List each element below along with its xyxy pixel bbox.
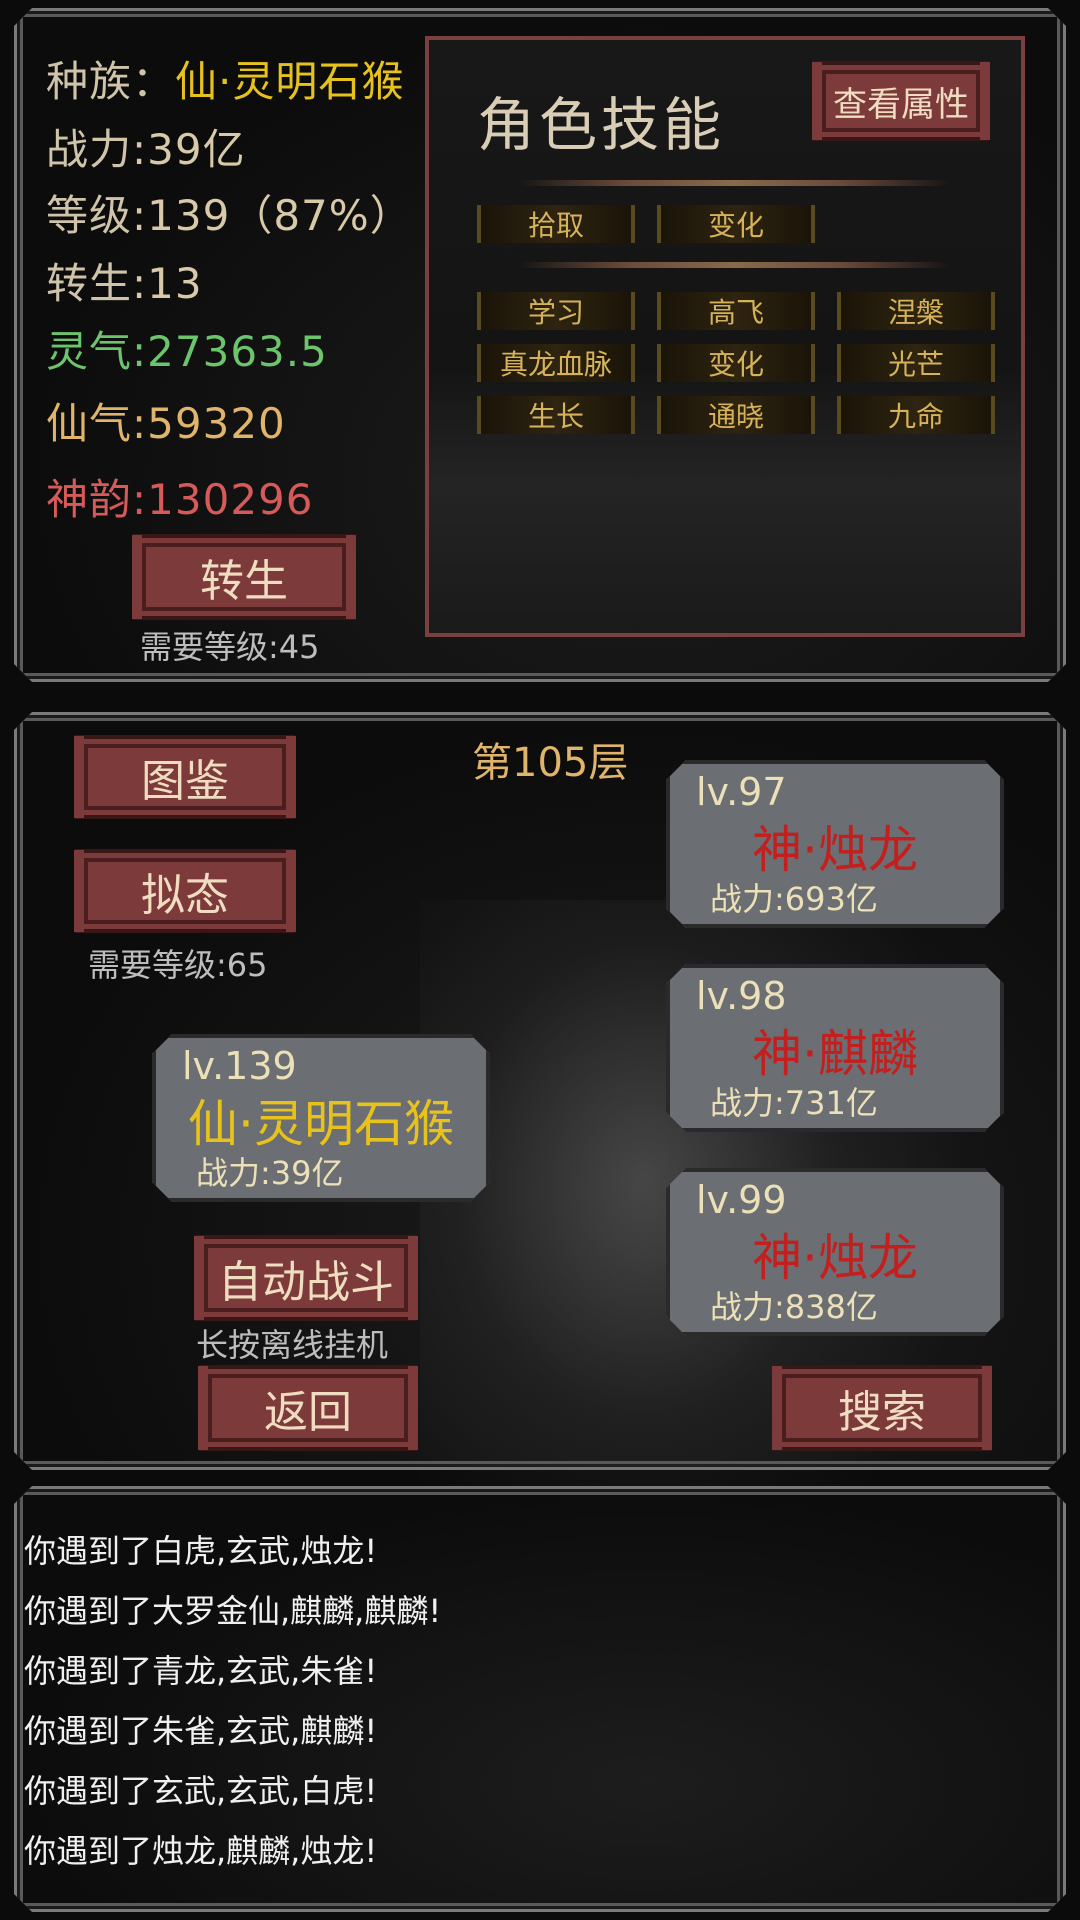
race-label: 种族：: [46, 57, 176, 106]
log-entry: 你遇到了白虎,玄武,烛龙!: [24, 1532, 378, 1570]
mimic-level-hint: 需要等级:65: [88, 946, 268, 984]
enemy-name: 神·麒麟: [752, 1025, 918, 1083]
skill-dragon-blood[interactable]: 真龙血脉: [477, 344, 635, 382]
rebirth-level-hint: 需要等级:45: [140, 628, 320, 666]
skills-divider-mid: [519, 262, 949, 268]
enemy-level: lv.98: [696, 974, 787, 1018]
shenyun-value: :130296: [132, 475, 314, 524]
player-name: 仙·灵明石猴: [188, 1095, 454, 1153]
enemy-name: 神·烛龙: [752, 821, 918, 879]
race-value: 仙·灵明石猴: [175, 57, 405, 106]
xianqi-value: :59320: [132, 399, 286, 448]
enemy-power: 战力:693亿: [710, 880, 878, 918]
lingqi-label: 灵气: [46, 327, 133, 376]
enemy-power: 战力:731亿: [710, 1084, 878, 1122]
view-attributes-button[interactable]: 查看属性: [812, 62, 990, 140]
rebirth-label: 转生: [46, 259, 133, 308]
enemy-name: 神·烛龙: [752, 1229, 918, 1287]
enemy-power: 战力:838亿: [710, 1288, 878, 1326]
player-card[interactable]: lv.139 仙·灵明石猴 战力:39亿: [152, 1034, 490, 1202]
skill-nirvana[interactable]: 涅槃: [837, 292, 995, 330]
skill-nine-lives[interactable]: 九命: [837, 396, 995, 434]
log-entry: 你遇到了青龙,玄武,朱雀!: [24, 1652, 378, 1690]
mimic-button[interactable]: 拟态: [74, 850, 296, 932]
enemy-card[interactable]: lv.98 神·麒麟 战力:731亿: [666, 964, 1004, 1132]
auto-battle-button[interactable]: 自动战斗: [194, 1236, 418, 1320]
skills-panel: 角色技能 查看属性 拾取 变化 学习 高飞 涅槃 真龙血脉 变化 光芒 生长 通…: [425, 36, 1025, 637]
log-entry: 你遇到了大罗金仙,麒麟,麒麟!: [24, 1592, 442, 1630]
skill-grow[interactable]: 生长: [477, 396, 635, 434]
search-button[interactable]: 搜索: [772, 1366, 992, 1450]
level-value: :139（87%）: [132, 191, 413, 240]
level-label: 等级: [46, 191, 133, 240]
enemy-card[interactable]: lv.97 神·烛龙 战力:693亿: [666, 760, 1004, 928]
stat-power: 战力:39亿: [46, 116, 246, 177]
skill-transform[interactable]: 变化: [657, 205, 815, 243]
skill-insight[interactable]: 通晓: [657, 396, 815, 434]
xianqi-label: 仙气: [46, 399, 133, 448]
lingqi-value: :27363.5: [132, 327, 328, 376]
log-entry: 你遇到了烛龙,麒麟,烛龙!: [24, 1832, 378, 1870]
log-entry: 你遇到了玄武,玄武,白虎!: [24, 1772, 378, 1810]
rebirth-value: :13: [132, 259, 203, 308]
enemy-card[interactable]: lv.99 神·烛龙 战力:838亿: [666, 1168, 1004, 1336]
skill-learn[interactable]: 学习: [477, 292, 635, 330]
auto-battle-hint: 长按离线挂机: [196, 1326, 389, 1364]
power-value: :39亿: [132, 125, 246, 174]
shenyun-label: 神韵: [46, 475, 133, 524]
player-power: 战力:39亿: [196, 1154, 344, 1192]
skill-radiance[interactable]: 光芒: [837, 344, 995, 382]
skills-divider-top: [519, 180, 949, 186]
enemy-level: lv.99: [696, 1178, 787, 1222]
player-level: lv.139: [182, 1044, 297, 1088]
skills-title: 角色技能: [477, 91, 726, 159]
rebirth-button[interactable]: 转生: [132, 535, 356, 619]
codex-button[interactable]: 图鉴: [74, 736, 296, 818]
stat-lingqi: 灵气:27363.5: [46, 318, 328, 379]
back-button[interactable]: 返回: [198, 1366, 418, 1450]
stat-shenyun: 神韵:130296: [46, 466, 314, 527]
stat-race: 种族：仙·灵明石猴: [46, 48, 404, 109]
stat-level: 等级:139（87%）: [46, 182, 413, 243]
stat-xianqi: 仙气:59320: [46, 390, 286, 451]
skill-transform-2[interactable]: 变化: [657, 344, 815, 382]
log-entry: 你遇到了朱雀,玄武,麒麟!: [24, 1712, 378, 1750]
power-label: 战力: [46, 125, 133, 174]
stat-rebirth: 转生:13: [46, 250, 203, 311]
skill-pickup[interactable]: 拾取: [477, 205, 635, 243]
enemy-level: lv.97: [696, 770, 787, 814]
floor-label: 第105层: [472, 740, 629, 786]
skill-fly[interactable]: 高飞: [657, 292, 815, 330]
